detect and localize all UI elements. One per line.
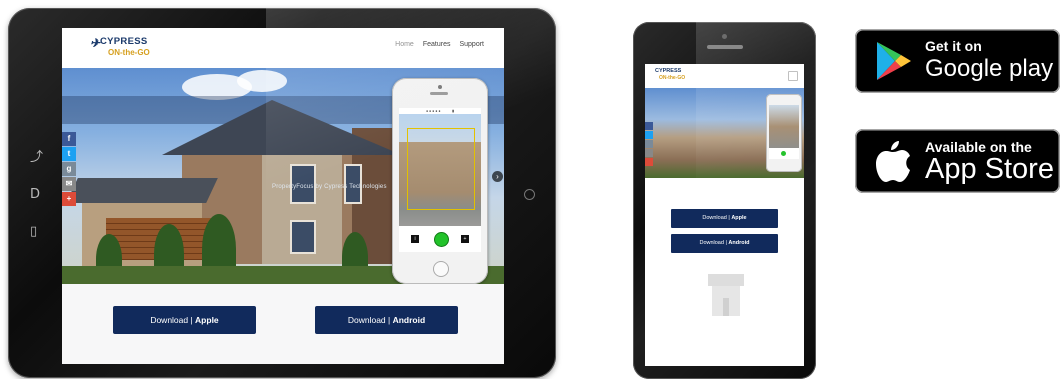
carousel-next-icon[interactable]: ›	[492, 171, 503, 182]
tablet-device: ⤴ D ▯ ✈ CYPRESS ON-the-GO Home Features …	[8, 8, 556, 378]
tablet-home-button[interactable]	[524, 189, 535, 200]
phone-download-android-label: Android	[728, 240, 750, 246]
phone-iphone-mockup	[766, 94, 802, 172]
iphone-camera	[438, 85, 442, 89]
google-play-badge[interactable]: Get it on Google play	[855, 29, 1060, 93]
facebook-icon[interactable]	[645, 122, 653, 130]
house-placeholder-icon	[708, 274, 744, 316]
logo-line2: ON-the-GO	[108, 48, 150, 57]
email-icon[interactable]: ✉	[62, 177, 76, 191]
phone-device: CYPRESS ON-the-GO Download | Apple Downl…	[633, 22, 816, 379]
phone-screen: CYPRESS ON-the-GO Download | Apple Downl…	[645, 64, 804, 366]
nav-support[interactable]: Support	[459, 41, 484, 48]
focus-frame	[407, 128, 475, 210]
phone-site-header: CYPRESS ON-the-GO	[645, 64, 804, 88]
phone-camera	[722, 34, 727, 39]
apple-badge-big-text: App Store	[925, 153, 1054, 185]
download-apple-label: Apple	[195, 315, 219, 325]
site-header: ✈ CYPRESS ON-the-GO Home Features Suppor…	[62, 28, 504, 68]
shutter-button	[781, 151, 786, 156]
google-play-icon	[877, 42, 911, 80]
logo-mark-icon: ✈	[90, 36, 101, 50]
logo-line1: CYPRESS	[100, 36, 148, 47]
phone-speaker	[707, 45, 743, 49]
camera-toolbar: i +	[399, 226, 481, 252]
download-apple-button[interactable]: Download | Apple	[113, 306, 256, 334]
hero-image: PropertyFocus by Cypress Technologies f …	[62, 68, 504, 284]
email-icon[interactable]	[645, 149, 653, 157]
phone-download-apple-prefix: Download |	[702, 215, 732, 221]
google-badge-big-text: Google play	[925, 55, 1054, 82]
plus-icon[interactable]	[645, 158, 653, 166]
rotate-icon[interactable]: ⤴	[30, 151, 43, 164]
share-icon[interactable]: g	[62, 162, 76, 176]
iphone-screen: ● ● ● ● ● ▮ i +	[399, 108, 481, 252]
house-door	[723, 298, 729, 316]
iphone-mockup: ● ● ● ● ● ▮ i +	[392, 78, 488, 284]
hamburger-menu-icon[interactable]	[788, 71, 798, 81]
tablet-screen: ✈ CYPRESS ON-the-GO Home Features Suppor…	[62, 28, 504, 364]
iphone-home-button[interactable]	[433, 261, 449, 277]
share-icon[interactable]	[645, 140, 653, 148]
house-roof	[162, 100, 402, 155]
plus-icon[interactable]: +	[62, 192, 76, 206]
nav-features[interactable]: Features	[423, 41, 451, 48]
facebook-icon[interactable]: f	[62, 132, 76, 146]
download-android-label: Android	[392, 315, 426, 325]
house-roof	[708, 274, 744, 286]
phone-download-android-button[interactable]: Download | Android	[671, 234, 778, 253]
site-nav: Home Features Support	[395, 41, 484, 48]
phone-logo-line1[interactable]: CYPRESS	[655, 68, 681, 74]
house-roof	[66, 178, 218, 203]
twitter-icon[interactable]: t	[62, 147, 76, 161]
toolbar-right-icon[interactable]: +	[461, 235, 469, 243]
phone-hero-image	[645, 88, 804, 178]
toolbar-left-icon[interactable]: i	[411, 235, 419, 243]
apple-logo-icon	[876, 141, 910, 182]
d-shape-icon[interactable]: D	[30, 188, 40, 201]
hero-overlay-text: PropertyFocus by Cypress Technologies	[272, 184, 387, 190]
google-badge-small-text: Get it on	[925, 38, 982, 54]
copy-icon[interactable]: ▯	[30, 225, 37, 238]
phone-logo-line2[interactable]: ON-the-GO	[659, 75, 685, 81]
phone-download-android-prefix: Download |	[699, 240, 729, 246]
download-apple-prefix: Download |	[150, 315, 196, 325]
cloud	[237, 70, 287, 92]
download-android-button[interactable]: Download | Android	[315, 306, 458, 334]
twitter-icon[interactable]	[645, 131, 653, 139]
iphone-speaker	[430, 92, 448, 95]
window	[290, 220, 316, 254]
shutter-button[interactable]	[434, 232, 449, 247]
cypress-logo[interactable]: ✈ CYPRESS ON-the-GO	[90, 36, 160, 62]
app-store-badge[interactable]: Available on the App Store	[855, 129, 1060, 193]
phone-download-apple-button[interactable]: Download | Apple	[671, 209, 778, 228]
download-android-prefix: Download |	[347, 315, 393, 325]
download-section: Download | Apple Download | Android	[62, 284, 504, 364]
phone-download-apple-label: Apple	[731, 215, 747, 221]
nav-home[interactable]: Home	[395, 41, 414, 48]
